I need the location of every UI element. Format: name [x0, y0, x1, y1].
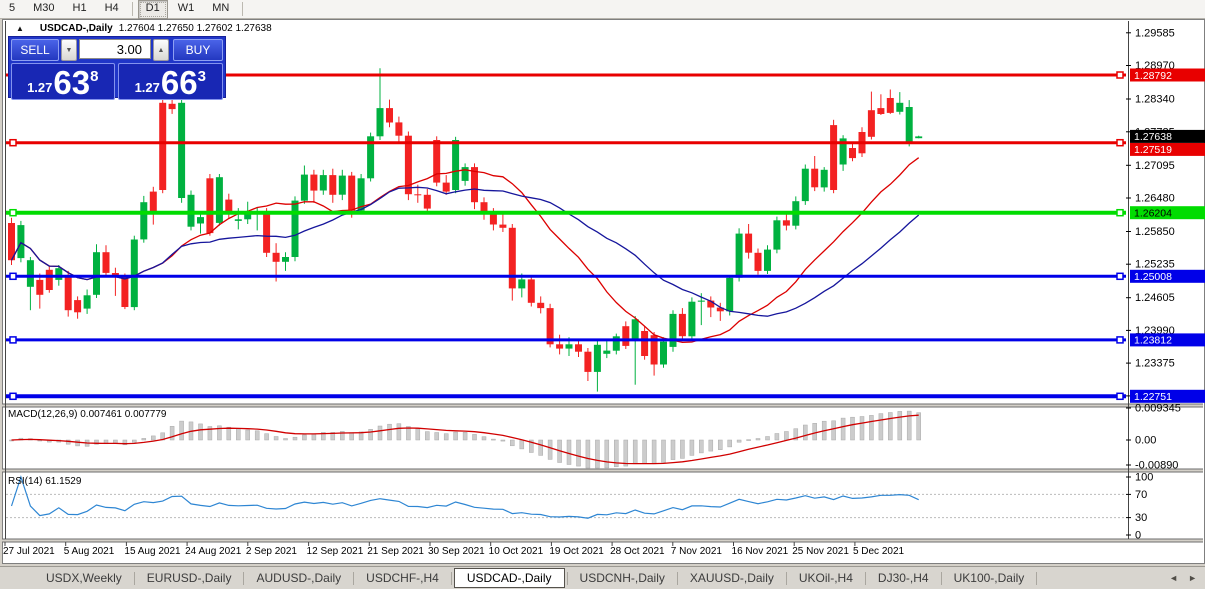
svg-text:100: 100	[1135, 472, 1153, 484]
svg-text:0.00: 0.00	[1135, 435, 1156, 447]
svg-text:1.25850: 1.25850	[1135, 226, 1175, 238]
triangle-down-icon: ▼	[66, 47, 73, 54]
ask-big-digits: 66	[161, 68, 198, 98]
tab-divider	[134, 572, 135, 585]
trading-terminal: 5M30H1H4D1W1MN 1.295851.289701.283401.27…	[0, 0, 1205, 589]
date-label: 27 Jul 2021	[3, 546, 55, 557]
svg-text:-0.00890: -0.00890	[1135, 460, 1178, 472]
chart-tab-usdcad-daily[interactable]: USDCAD-,Daily	[454, 568, 565, 588]
svg-text:0.009345: 0.009345	[1135, 403, 1181, 415]
ask-pip-digit: 3	[198, 68, 206, 85]
date-label: 16 Nov 2021	[732, 546, 789, 557]
svg-text:1.28792: 1.28792	[1134, 70, 1172, 82]
macd-indicator-label: MACD(12,26,9) 0.007461 0.007779	[8, 409, 166, 420]
date-label: 7 Nov 2021	[671, 546, 722, 557]
date-label: 28 Oct 2021	[610, 546, 664, 557]
timeframe-button-m30[interactable]: M30	[25, 0, 62, 19]
date-label: 15 Aug 2021	[124, 546, 180, 557]
ohlc-values: 1.27604 1.27650 1.27602 1.27638	[119, 23, 272, 34]
svg-text:1.26204: 1.26204	[1134, 208, 1172, 220]
bid-price-box[interactable]: 1.27638	[11, 63, 115, 100]
timeframe-button-5[interactable]: 5	[1, 0, 23, 19]
tab-divider	[941, 572, 942, 585]
svg-text:1.24605: 1.24605	[1135, 292, 1175, 304]
date-label: 21 Sep 2021	[367, 546, 424, 557]
svg-text:1.22751: 1.22751	[1134, 391, 1172, 403]
tab-divider	[865, 572, 866, 585]
svg-text:1.27638: 1.27638	[1134, 131, 1172, 143]
bid-big-digits: 63	[53, 68, 90, 98]
chart-tab-dj30-h4[interactable]: DJ30-,H4	[868, 569, 939, 587]
svg-text:1.28340: 1.28340	[1135, 94, 1175, 106]
volume-increase-button[interactable]: ▲	[153, 39, 169, 61]
tab-scroll-controls: ◄►	[1169, 573, 1197, 583]
toolbar-divider	[242, 2, 243, 16]
one-click-trading-panel: SELL ▼ ▲ BUY 1.27638 1.27663	[8, 36, 226, 98]
svg-text:1.23812: 1.23812	[1134, 335, 1172, 347]
sell-button[interactable]: SELL	[11, 39, 59, 61]
timeframe-button-w1[interactable]: W1	[170, 0, 203, 19]
svg-text:0: 0	[1135, 530, 1141, 542]
symbol-period-label: USDCAD-,Daily	[40, 23, 113, 34]
volume-decrease-button[interactable]: ▼	[61, 39, 77, 61]
date-label: 30 Sep 2021	[428, 546, 485, 557]
tab-scroll-left-icon[interactable]: ◄	[1169, 573, 1178, 583]
svg-text:1.23375: 1.23375	[1135, 358, 1175, 370]
svg-text:1.29585: 1.29585	[1135, 27, 1175, 39]
timeframe-toolbar: 5M30H1H4 D1W1MN	[0, 0, 1205, 19]
toolbar-divider	[132, 2, 133, 16]
date-label: 24 Aug 2021	[185, 546, 241, 557]
chart-tab-audusd-daily[interactable]: AUDUSD-,Daily	[246, 569, 351, 587]
ask-prefix: 1.27	[135, 80, 160, 95]
chart-tab-bar: USDX,Weekly EURUSD-,DailyAUDUSD-,Daily USD…	[0, 566, 1205, 589]
timeframe-button-h1[interactable]: H1	[65, 0, 95, 19]
tab-divider	[677, 572, 678, 585]
chart-tab-usdx-weekly[interactable]: USDX,Weekly	[36, 569, 132, 587]
date-label: 2 Sep 2021	[246, 546, 297, 557]
timeframe-button-h4[interactable]: H4	[97, 0, 127, 19]
svg-text:1.25008: 1.25008	[1134, 271, 1172, 283]
chart-tab-usdcnh-daily[interactable]: USDCNH-,Daily	[570, 569, 675, 587]
bid-prefix: 1.27	[27, 80, 52, 95]
tab-divider	[451, 572, 452, 585]
timeframe-button-d1[interactable]: D1	[138, 0, 168, 19]
chart-tab-xauusd-daily[interactable]: XAUUSD-,Daily	[680, 569, 784, 587]
date-label: 10 Oct 2021	[489, 546, 543, 557]
chart-tab-uk100-daily[interactable]: UK100-,Daily	[944, 569, 1035, 587]
date-label: 12 Sep 2021	[307, 546, 364, 557]
date-label: 5 Dec 2021	[853, 546, 904, 557]
date-label: 19 Oct 2021	[549, 546, 603, 557]
tab-divider	[1036, 572, 1037, 585]
tab-divider	[567, 572, 568, 585]
svg-text:1.26480: 1.26480	[1135, 193, 1175, 205]
triangle-up-icon: ▲	[158, 47, 165, 54]
date-label: 5 Aug 2021	[64, 546, 115, 557]
rsi-indicator-label: RSI(14) 61.1529	[8, 476, 81, 487]
ask-price-box[interactable]: 1.27663	[118, 63, 224, 100]
buy-button[interactable]: BUY	[173, 39, 223, 61]
tab-scroll-right-icon[interactable]: ►	[1188, 573, 1197, 583]
tab-divider	[786, 572, 787, 585]
bid-pip-digit: 8	[90, 68, 98, 85]
svg-text:1.27095: 1.27095	[1135, 160, 1175, 172]
volume-input[interactable]	[79, 39, 151, 59]
chart-tab-eurusd-daily[interactable]: EURUSD-,Daily	[137, 569, 242, 587]
timeframe-button-mn[interactable]: MN	[204, 0, 237, 19]
date-label: 25 Nov 2021	[792, 546, 849, 557]
svg-text:1.27519: 1.27519	[1134, 144, 1172, 156]
svg-text:30: 30	[1135, 512, 1147, 524]
svg-text:1.25235: 1.25235	[1135, 259, 1175, 271]
tab-divider	[243, 572, 244, 585]
svg-text:70: 70	[1135, 489, 1147, 501]
chart-title: ▲ USDCAD-,Daily 1.27604 1.27650 1.27602 1.…	[16, 23, 272, 34]
chart-tab-ukoil-h4[interactable]: UKOil-,H4	[789, 569, 863, 587]
tab-divider	[353, 572, 354, 585]
one-click-panel-toggle-icon[interactable]: ▲	[16, 24, 24, 33]
chart-tab-usdchf-h4[interactable]: USDCHF-,H4	[356, 569, 449, 587]
